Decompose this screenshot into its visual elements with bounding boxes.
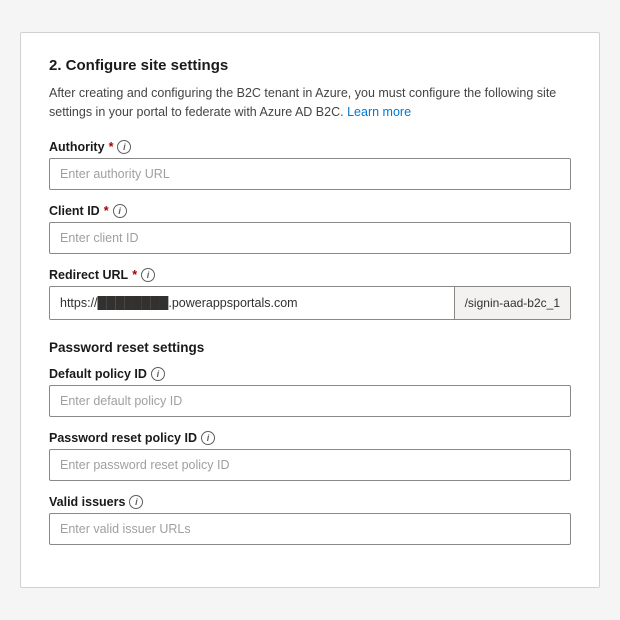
description: After creating and configuring the B2C t… (49, 84, 571, 122)
valid-issuers-info-icon[interactable]: i (129, 495, 143, 509)
redirect-url-field-group: Redirect URL * i /signin-aad-b2c_1 (49, 268, 571, 320)
reset-policy-info-icon[interactable]: i (201, 431, 215, 445)
valid-issuers-input[interactable] (49, 513, 571, 545)
redirect-url-label: Redirect URL * i (49, 268, 571, 282)
section-title: 2. Configure site settings (49, 57, 571, 74)
authority-label: Authority * i (49, 140, 571, 154)
default-policy-input[interactable] (49, 385, 571, 417)
reset-policy-label: Password reset policy ID i (49, 431, 571, 445)
client-id-info-icon[interactable]: i (113, 204, 127, 218)
client-id-label: Client ID * i (49, 204, 571, 218)
learn-more-link[interactable]: Learn more (347, 105, 411, 119)
authority-info-icon[interactable]: i (117, 140, 131, 154)
client-id-field-group: Client ID * i (49, 204, 571, 254)
authority-field-group: Authority * i (49, 140, 571, 190)
valid-issuers-label: Valid issuers i (49, 495, 571, 509)
password-reset-section: Password reset settings Default policy I… (49, 340, 571, 545)
default-policy-info-icon[interactable]: i (151, 367, 165, 381)
authority-required: * (109, 140, 114, 154)
authority-input[interactable] (49, 158, 571, 190)
default-policy-field-group: Default policy ID i (49, 367, 571, 417)
redirect-url-required: * (132, 268, 137, 282)
valid-issuers-field-group: Valid issuers i (49, 495, 571, 545)
redirect-url-suffix: /signin-aad-b2c_1 (454, 287, 570, 319)
reset-policy-field-group: Password reset policy ID i (49, 431, 571, 481)
password-reset-title: Password reset settings (49, 340, 571, 355)
redirect-url-input[interactable] (50, 287, 454, 319)
client-id-input[interactable] (49, 222, 571, 254)
client-id-required: * (104, 204, 109, 218)
default-policy-label: Default policy ID i (49, 367, 571, 381)
redirect-url-info-icon[interactable]: i (141, 268, 155, 282)
reset-policy-input[interactable] (49, 449, 571, 481)
configure-site-settings-card: 2. Configure site settings After creatin… (20, 32, 600, 588)
redirect-url-input-wrapper: /signin-aad-b2c_1 (49, 286, 571, 320)
